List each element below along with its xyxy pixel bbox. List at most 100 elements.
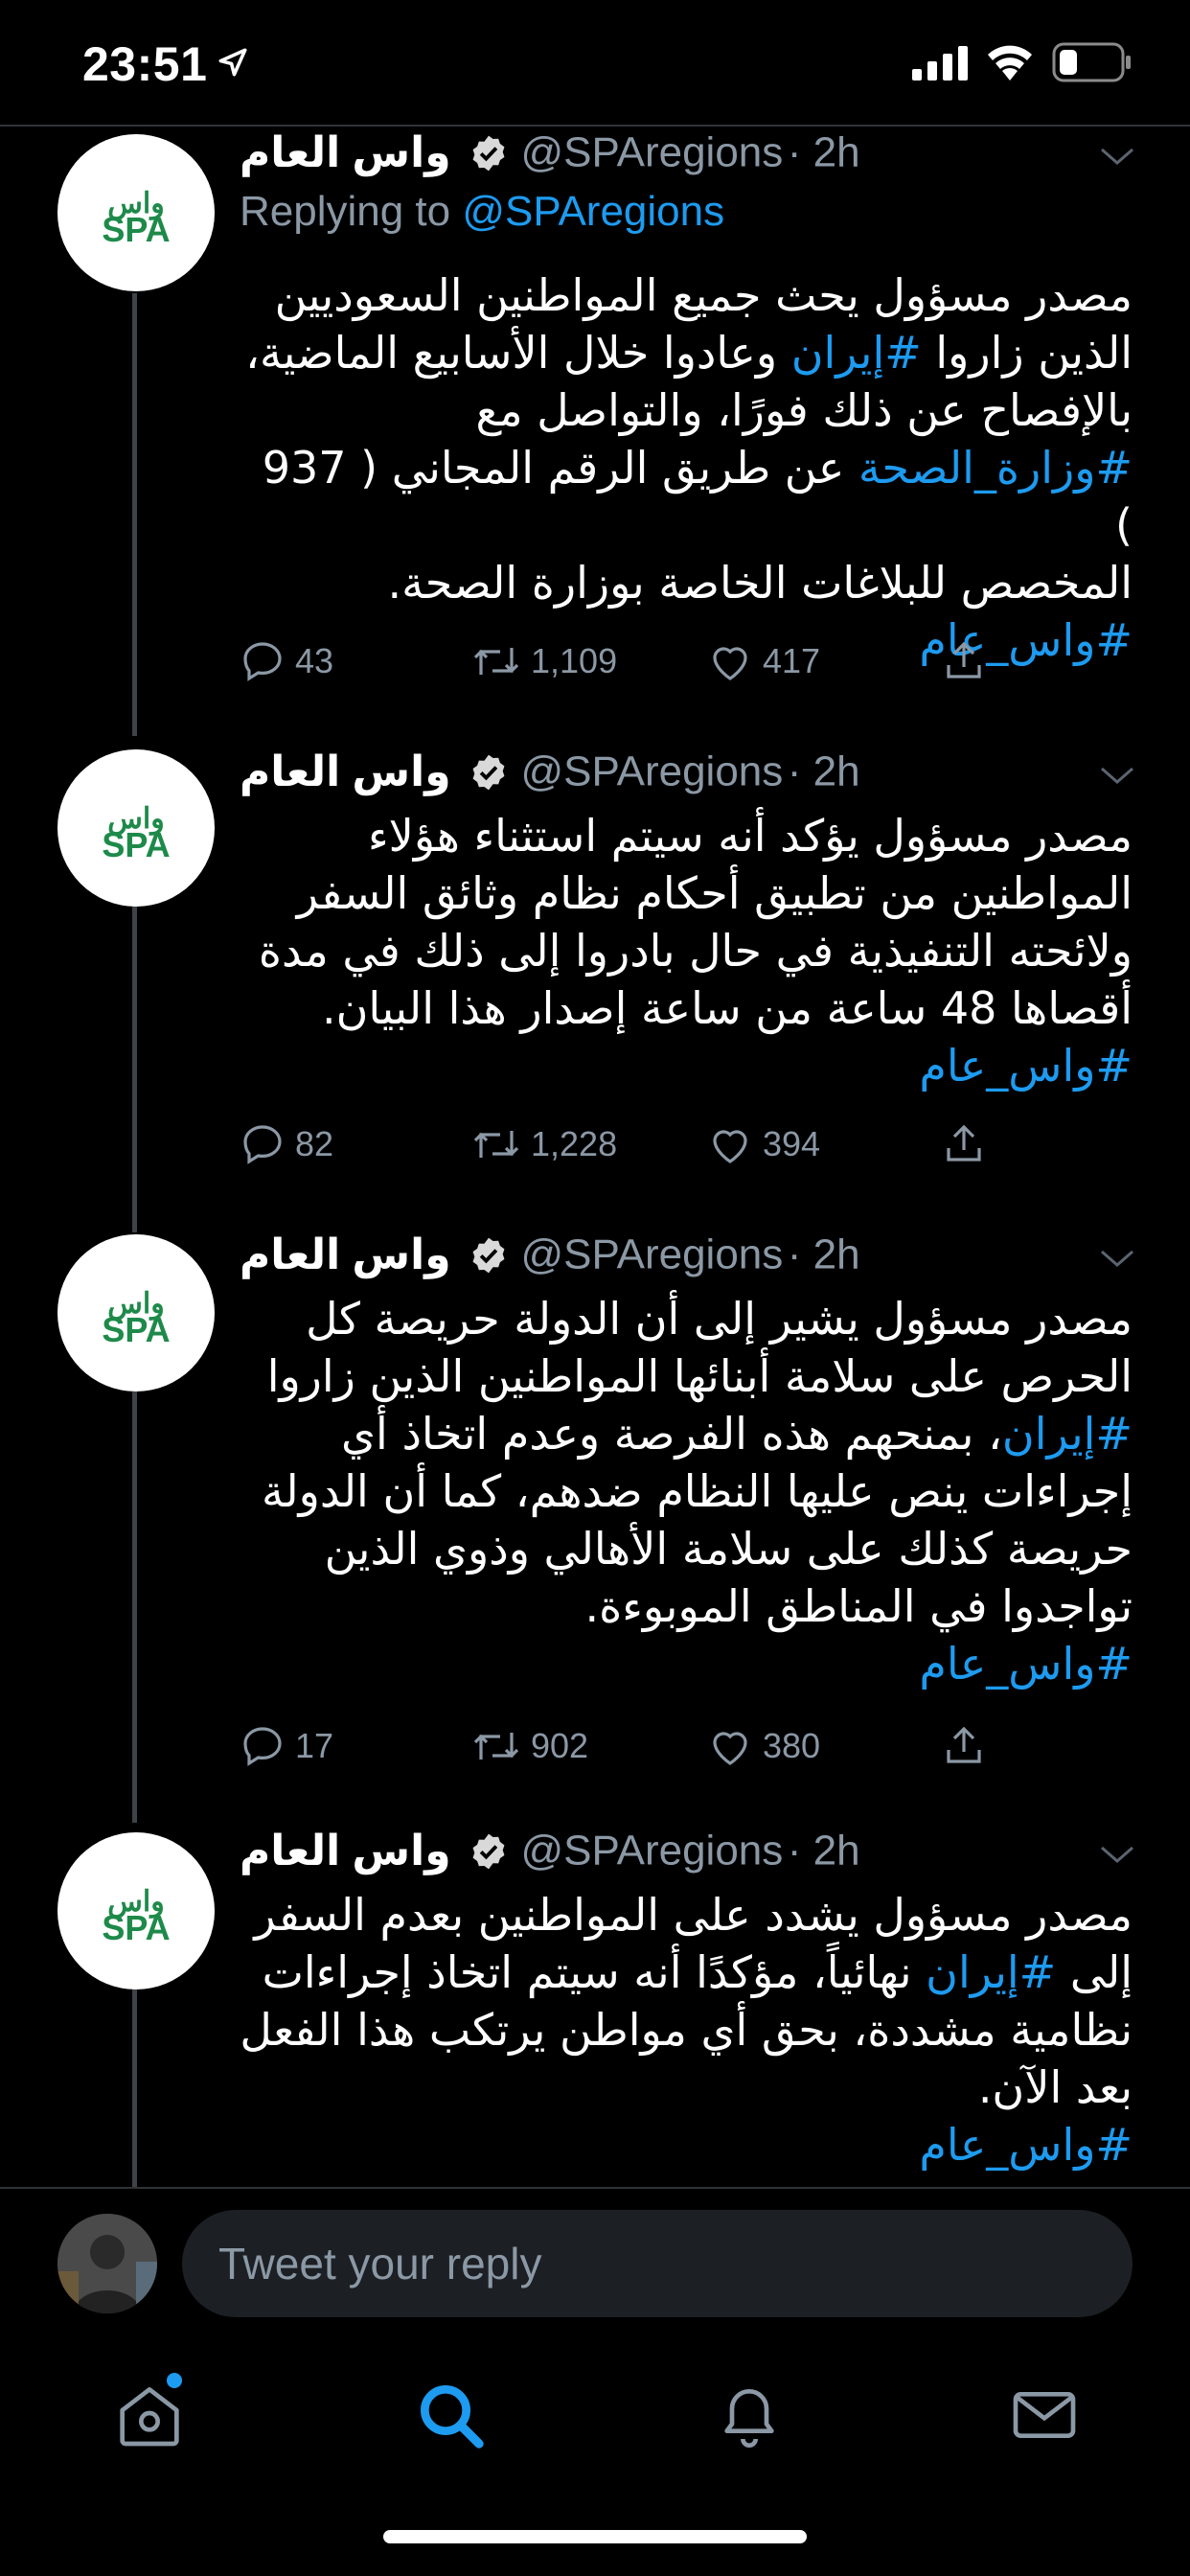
spa-logo-icon: واس SPA [102,803,170,864]
separator-dot: · [787,1827,813,1874]
home-icon [120,2387,179,2447]
heart-icon [713,647,747,680]
tab-search[interactable] [412,2377,489,2453]
share-icon [947,641,981,678]
status-time: 23:51 [82,37,208,91]
text-line: إجراءات ينص عليها النظام ضدهم، كما أن ال… [262,1465,1133,1517]
text-line: #وزارة_الصحة عن طريق الرقم المجاني ( 937… [240,439,1133,554]
retweet-button[interactable]: 1,109 [471,632,617,690]
avatar[interactable]: واس SPA [57,749,215,907]
like-button[interactable]: 417 [707,632,820,690]
text-line: تواجدوا في المناطق الموبوءة. [584,1580,1133,1632]
hashtag-link[interactable]: #وزارة_الصحة [858,442,1133,494]
svg-text:SPA: SPA [102,825,170,864]
composer-divider [0,2187,1190,2189]
reply-button[interactable]: 43 [240,632,333,690]
user-avatar[interactable] [57,2214,157,2313]
header-divider [0,125,1190,126]
reply-button[interactable]: 82 [240,1116,333,1173]
chevron-down-icon[interactable] [1098,1842,1136,1867]
chevron-down-icon[interactable] [1098,1246,1136,1271]
heart-icon [713,1732,747,1765]
tweet-time: 2h [812,1827,860,1874]
tweet-header: واس العام @SPAregions · 2h [240,1230,860,1288]
bottom-tab-bar [0,2338,1190,2482]
hashtag-link[interactable]: #واس_عام [919,1040,1133,1092]
wifi-icon [988,45,1032,80]
hashtag-link[interactable]: #واس_عام [919,2119,1133,2171]
text-line: ولائحته التنفيذية في حال بادروا إلى ذلك … [258,925,1133,977]
separator-dot: · [787,128,813,176]
text-line: بعد الآن. [977,2061,1133,2113]
tab-notifications[interactable] [711,2377,788,2453]
author-handle[interactable]: @SPAregions [521,1828,784,1874]
text-line: مصدر مسؤول يحث جميع المواطنين السعوديين [274,269,1133,321]
author-handle[interactable]: @SPAregions [521,748,784,795]
location-arrow-icon [218,48,247,77]
author-handle[interactable]: @SPAregions [521,129,784,176]
retweet-button[interactable]: 902 [471,1717,588,1775]
verified-badge-icon [472,1833,505,1869]
home-indicator[interactable] [383,2530,807,2543]
tab-messages[interactable] [1006,2377,1083,2453]
share-button[interactable] [941,632,987,690]
battery-icon [1052,42,1131,82]
retweet-button[interactable]: 1,228 [471,1116,617,1173]
text-line: #إيران، بمنحهم هذه الفرصة وعدم اتخاذ أي [240,1405,1133,1462]
separator-dot: · [787,1230,813,1278]
share-button[interactable] [941,1717,987,1775]
tab-home[interactable] [111,2373,188,2453]
heart-icon [713,1130,747,1163]
separator-dot: · [787,748,813,795]
hashtag-link[interactable]: #إيران [1002,1408,1133,1460]
like-button[interactable]: 380 [707,1717,820,1775]
hashtag-link[interactable]: #إيران [791,327,922,379]
like-count: 394 [763,1124,821,1163]
search-icon [421,2385,484,2449]
tweet-header: واس العام @SPAregions · 2h [240,748,860,805]
text-line: بالإفصاح عن ذلك فورًا، والتواصل مع [475,384,1133,436]
hashtag-link[interactable]: #واس_عام [919,1638,1133,1690]
text-line: الذين زاروا #إيران وعادوا خلال الأسابيع … [240,324,1133,381]
share-button[interactable] [941,1116,987,1173]
hashtag-link[interactable]: #إيران [926,1946,1056,1998]
text-line: إلى #إيران نهائياً، مؤكدًا أنه سيتم اتخا… [240,1944,1133,2001]
tweet-time: 2h [812,128,860,176]
author-name[interactable]: واس العام [240,748,451,795]
chevron-down-icon[interactable] [1098,763,1136,788]
text-line: المخصص للبلاغات الخاصة بوزارة الصحة. [387,557,1133,609]
chevron-down-icon[interactable] [1098,144,1136,169]
author-name[interactable]: واس العام [240,1231,451,1278]
text-line: نظامية مشددة، بحق أي مواطن يرتكب هذا الف… [240,2004,1133,2056]
text-line: أقصاها 48 ساعة من ساعة إصدار هذا البيان. [322,982,1133,1034]
avatar[interactable]: واس SPA [57,134,215,291]
status-bar: 23:51 [0,0,1190,125]
text-line: مصدر مسؤول يؤكد أنه سيتم استثناء هؤلاء [368,810,1133,862]
reply-button[interactable]: 17 [240,1717,333,1775]
like-button[interactable]: 394 [707,1116,820,1173]
author-name[interactable]: واس العام [240,129,451,176]
like-count: 417 [763,641,821,680]
avatar[interactable]: واس SPA [57,1832,215,1990]
tweet-text: مصدر مسؤول يحث جميع المواطنين السعوديين … [240,266,1133,669]
text-line: حريصة كذلك على سلامة الأهالي وذوي الذين [324,1523,1133,1575]
notifications-icon [724,2389,774,2448]
author-name[interactable]: واس العام [240,1828,451,1874]
thread-line [132,895,137,1232]
replying-to-handle[interactable]: @SPAregions [462,188,724,235]
thread-line [132,1392,137,1823]
like-count: 380 [763,1726,821,1765]
retweet-count: 1,228 [531,1124,618,1163]
tweet-actions: 82 1,228 394 [240,1116,1006,1173]
avatar[interactable]: واس SPA [57,1234,215,1392]
reply-count: 43 [295,641,334,680]
text-line: مصدر مسؤول يشدد على المواطنين بعدم السفر [254,1889,1133,1941]
svg-text:SPA: SPA [102,1310,170,1349]
text-fragment: ، بمنحهم هذه الفرصة وعدم اتخاذ أي [341,1408,1002,1460]
tweet-actions: 17 902 380 [240,1717,1006,1775]
retweet-icon [473,1131,519,1158]
text-fragment: الذين زاروا [921,327,1133,379]
tweet-reply-input[interactable] [182,2210,1133,2317]
author-handle[interactable]: @SPAregions [521,1231,784,1278]
spa-logo-icon: واس SPA [102,1886,170,1947]
